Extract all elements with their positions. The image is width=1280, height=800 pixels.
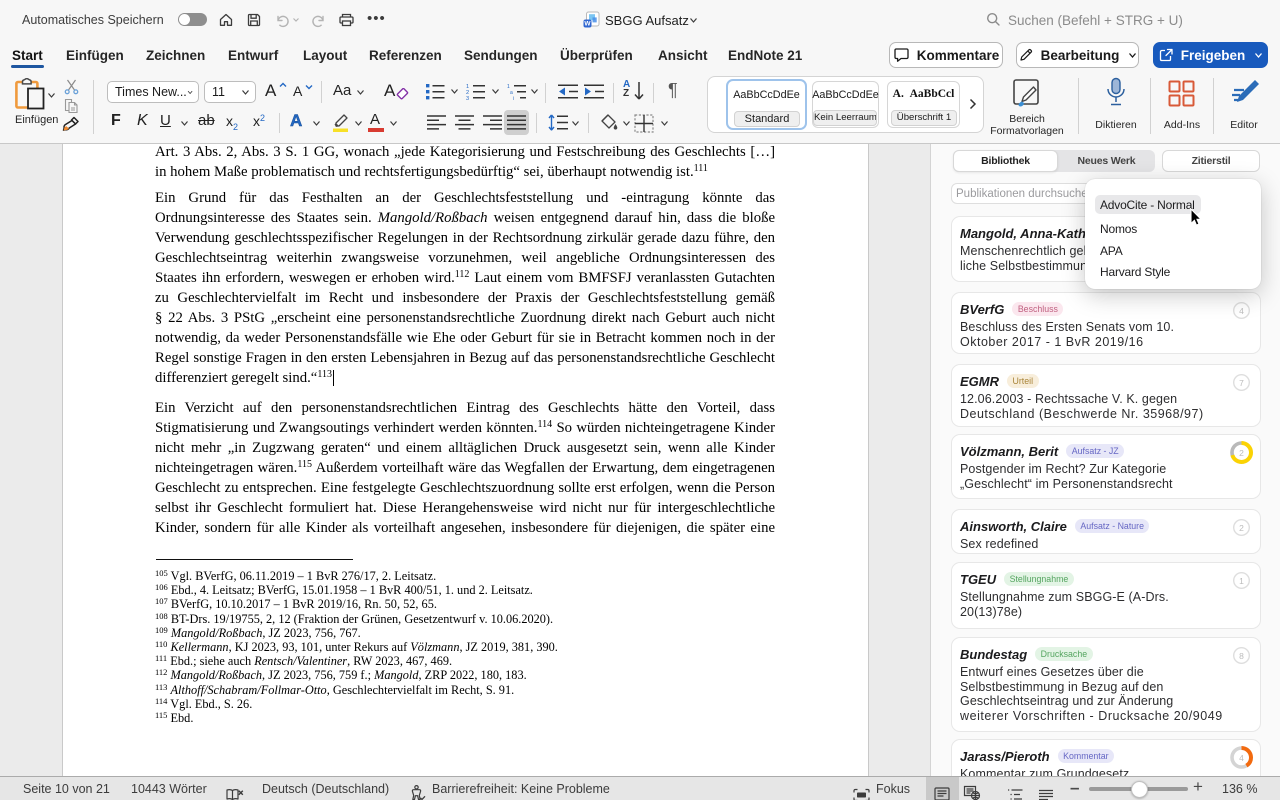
svg-text:2: 2 bbox=[1239, 523, 1244, 533]
svg-text:4: 4 bbox=[1239, 753, 1244, 763]
svg-text:4: 4 bbox=[1239, 306, 1244, 316]
svg-text:W: W bbox=[584, 21, 591, 28]
svg-text:2: 2 bbox=[1239, 448, 1244, 458]
svg-text:1: 1 bbox=[1239, 576, 1244, 586]
svg-text:3: 3 bbox=[466, 96, 469, 100]
svg-text:i: i bbox=[513, 96, 514, 100]
svg-text:7: 7 bbox=[1239, 378, 1244, 388]
svg-text:8: 8 bbox=[1239, 651, 1244, 661]
